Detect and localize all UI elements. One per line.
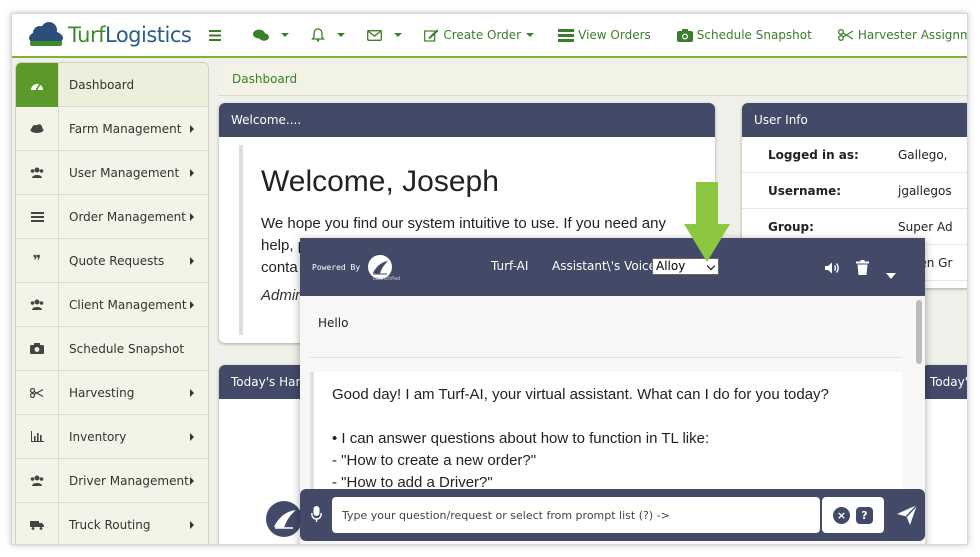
users-icon — [16, 282, 59, 327]
sidebar-item-label: Quote Requests — [69, 253, 165, 268]
launchpad-label: LaunchPad — [373, 276, 401, 282]
send-icon[interactable] — [897, 504, 918, 529]
annotation-arrow-icon — [684, 182, 730, 268]
sidebar-item-inventory[interactable]: Inventory — [16, 414, 208, 459]
scissors-icon — [837, 29, 854, 41]
table-list-icon — [558, 28, 575, 42]
sidebar-item-farm-management[interactable]: Farm Management — [16, 106, 208, 151]
hamburger-icon — [209, 29, 222, 41]
collapse-chevron-icon[interactable] — [886, 264, 896, 283]
chevron-right-icon — [190, 212, 194, 221]
sidebar-item-label: User Management — [69, 165, 180, 180]
hamburger-menu-button[interactable] — [209, 29, 225, 41]
microphone-icon[interactable] — [311, 506, 322, 527]
panel-header: Today's Harv — [219, 365, 309, 399]
page-title: Welcome, Joseph — [261, 165, 499, 198]
bar-chart-icon — [16, 414, 59, 459]
panel-header: Today's — [922, 365, 967, 399]
voice-label: Assistant\'s Voice: — [552, 259, 661, 273]
chevron-right-icon — [190, 388, 194, 397]
camera-icon — [676, 28, 693, 42]
harvester-assignment-link[interactable]: Harvester Assignment — [837, 28, 967, 42]
speaker-icon[interactable] — [824, 260, 842, 279]
chevron-right-icon — [190, 300, 194, 309]
sidebar-item-label: Farm Management — [69, 121, 182, 136]
chat-menu-button[interactable] — [253, 29, 290, 42]
camera-icon — [16, 326, 59, 371]
sidebar-item-schedule-snapshot[interactable]: Schedule Snapshot — [16, 326, 208, 371]
sidebar-item-label: Harvesting — [69, 385, 135, 400]
sidebar-item-order-management[interactable]: Order Management — [16, 194, 208, 239]
prompt-list-button[interactable]: ? — [856, 506, 873, 524]
sidebar-item-label: Truck Routing — [69, 517, 151, 532]
comments-icon — [253, 29, 270, 41]
dashboard-icon — [16, 63, 59, 107]
scissors-icon — [16, 370, 59, 415]
bell-icon — [311, 28, 326, 42]
create-order-menu[interactable]: Create Order — [424, 28, 535, 42]
sidebar-item-harvesting[interactable]: Harvesting — [16, 370, 208, 415]
powered-by-text: Powered By — [312, 262, 361, 272]
chevron-right-icon — [190, 256, 194, 265]
chat-action-buttons: × ? — [822, 497, 884, 533]
users-icon — [16, 150, 59, 195]
logo-text: TurfLogistics — [68, 23, 192, 47]
sidebar-item-dashboard[interactable]: Dashboard — [16, 63, 208, 107]
chat-header: Powered By LaunchPad Turf-AI Assistant\'… — [300, 238, 925, 296]
chevron-right-icon — [190, 520, 194, 529]
clear-input-button[interactable]: × — [833, 506, 850, 524]
chat-input[interactable]: Type your question/request or select fro… — [332, 497, 820, 533]
truck-icon — [16, 502, 59, 544]
chevron-right-icon — [190, 432, 194, 441]
todays-panel: Today's — [922, 365, 967, 544]
sidebar-item-user-management[interactable]: User Management — [16, 150, 208, 195]
trash-icon[interactable] — [856, 260, 869, 279]
sidebar-item-label: Dashboard — [69, 77, 135, 92]
sidebar-item-client-management[interactable]: Client Management — [16, 282, 208, 327]
messages-button[interactable] — [367, 29, 403, 41]
user-info-row: Username: jgallegos — [742, 173, 967, 209]
panel-header: User Info — [742, 103, 967, 137]
chat-title: Turf-AI — [491, 259, 529, 273]
breadcrumb: Dashboard — [218, 64, 967, 96]
chat-widget: Powered By LaunchPad Turf-AI Assistant\'… — [300, 238, 925, 544]
sidebar-item-label: Schedule Snapshot — [69, 341, 185, 356]
sidebar-item-label: Order Management — [69, 209, 186, 224]
logo[interactable]: TurfLogistics — [28, 22, 192, 48]
chevron-right-icon — [190, 476, 194, 485]
user-info-row: Logged in as: Gallego, — [742, 137, 967, 173]
list-icon — [16, 194, 59, 239]
edit-icon — [424, 29, 439, 42]
top-navbar: TurfLogistics Create Order View Orders S… — [12, 14, 967, 58]
chat-input-bar: Type your question/request or select fro… — [300, 489, 925, 541]
sidebar-item-label: Driver Management — [69, 473, 189, 488]
cloud-icon — [16, 106, 59, 151]
users-icon — [16, 458, 59, 503]
envelope-icon — [367, 29, 383, 41]
user-message: Hello — [310, 304, 902, 358]
sidebar-item-label: Inventory — [69, 429, 127, 444]
chevron-right-icon — [190, 124, 194, 133]
sidebar-item-driver-management[interactable]: Driver Management — [16, 458, 208, 503]
sidebar-item-quote-requests[interactable]: ❞ Quote Requests — [16, 238, 208, 283]
chat-scrollbar[interactable] — [916, 300, 922, 364]
sidebar: Dashboard Farm Management User Managemen… — [15, 62, 209, 544]
notifications-button[interactable] — [311, 28, 346, 42]
schedule-snapshot-link[interactable]: Schedule Snapshot — [676, 28, 812, 42]
sidebar-item-truck-routing[interactable]: Truck Routing — [16, 502, 208, 544]
sidebar-item-label: Client Management — [69, 297, 187, 312]
panel-header: Welcome.... — [219, 103, 715, 137]
view-orders-link[interactable]: View Orders — [558, 28, 651, 42]
app-window: TurfLogistics Create Order View Orders S… — [11, 13, 968, 545]
assistant-launcher-icon[interactable] — [266, 501, 302, 537]
quote-icon: ❞ — [16, 238, 59, 283]
breadcrumb-dashboard[interactable]: Dashboard — [232, 72, 297, 86]
logo-cloud-icon — [28, 22, 64, 48]
chevron-right-icon — [190, 168, 194, 177]
